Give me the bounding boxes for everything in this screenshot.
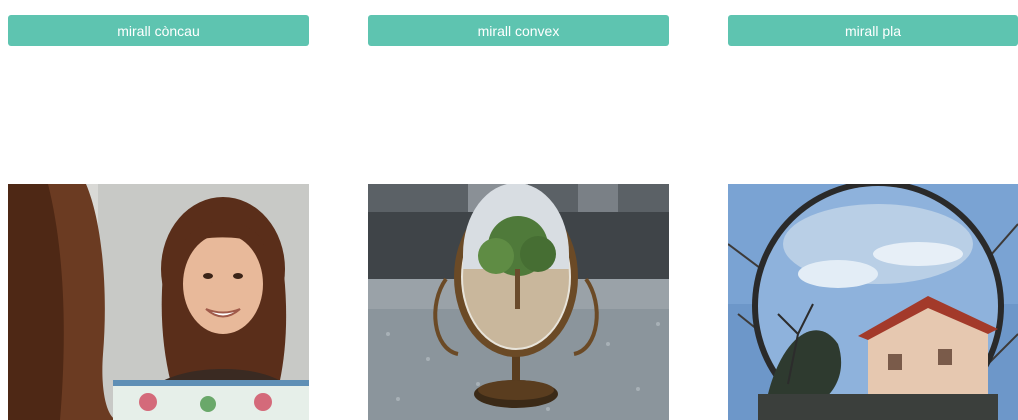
tab-label: mirall còncau (117, 22, 200, 39)
tab-label: mirall convex (477, 22, 560, 39)
table-mirror-illustration (368, 184, 669, 420)
tab-mirall-pla[interactable]: mirall pla (728, 15, 1018, 46)
round-mirror-illustration (728, 184, 1018, 420)
tab-label: mirall pla (844, 22, 901, 39)
plane-mirror-photo (728, 184, 1018, 420)
concave-mirror-photo (8, 184, 309, 420)
tab-mirall-concau[interactable]: mirall còncau (8, 15, 309, 46)
convex-mirror-photo (368, 184, 669, 420)
woman-mirror-illustration (8, 184, 309, 420)
tab-mirall-convex[interactable]: mirall convex (368, 15, 669, 46)
